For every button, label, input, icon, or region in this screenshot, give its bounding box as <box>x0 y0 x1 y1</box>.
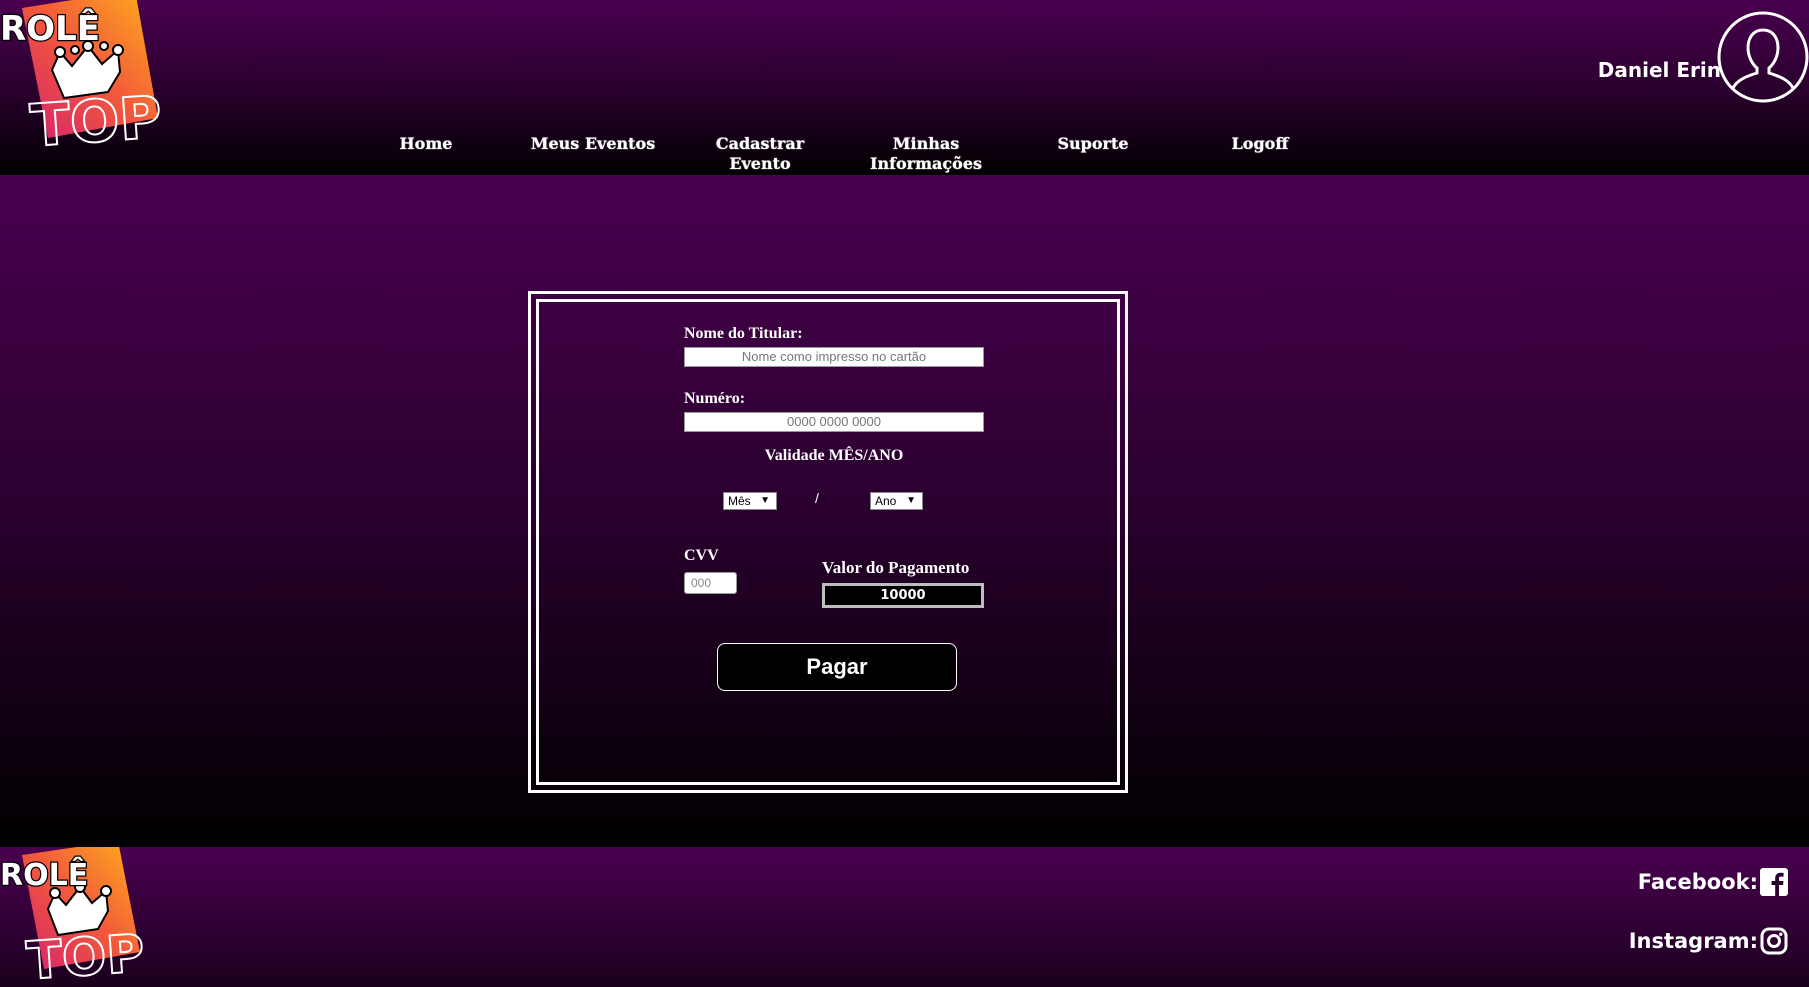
footer-logo-bottom-text: TOP <box>25 924 147 987</box>
crown-logo-icon: ROLÊ TOP <box>0 847 147 987</box>
year-select[interactable]: Ano ▼ <box>870 492 923 510</box>
chevron-down-icon: ▼ <box>760 495 770 506</box>
main-content: Nome do Titular: Nome como impresso no c… <box>0 175 1809 847</box>
payment-card: Nome do Titular: Nome como impresso no c… <box>528 291 1128 793</box>
payment-card-inner: Nome do Titular: Nome como impresso no c… <box>536 299 1120 785</box>
year-select-value: Ano <box>875 494 897 508</box>
nav-logoff[interactable]: Logoff <box>1185 134 1335 154</box>
footer-logo[interactable]: ROLÊ TOP <box>0 847 185 987</box>
facebook-label: Facebook: <box>1637 870 1758 894</box>
nav-cadastrar-evento[interactable]: Cadastrar Evento <box>685 134 835 174</box>
card-number-input[interactable]: 0000 0000 0000 <box>684 412 984 432</box>
nav-suporte[interactable]: Suporte <box>1018 134 1168 154</box>
number-label: Numéro: <box>684 390 746 407</box>
instagram-link[interactable]: Instagram: <box>1629 926 1788 956</box>
site-header: ROLÊ TOP Daniel Erin Home Meus Eventos C… <box>0 0 1809 175</box>
pay-button[interactable]: Pagar <box>717 643 957 691</box>
footer-logo-top-text: ROLÊ <box>0 857 88 893</box>
logo-top-text: ROLÊ <box>0 8 100 49</box>
site-footer: ROLÊ TOP Facebook: Instagram: <box>0 847 1809 987</box>
nav-home[interactable]: Home <box>351 134 501 154</box>
cvv-input[interactable]: 000 <box>684 572 737 594</box>
nav-meus-eventos[interactable]: Meus Eventos <box>518 134 668 154</box>
facebook-link[interactable]: Facebook: <box>1638 867 1788 897</box>
month-select-value: Mês <box>728 494 751 508</box>
holder-name-input[interactable]: Nome como impresso no cartão <box>684 347 984 367</box>
facebook-icon <box>1760 868 1788 896</box>
amount-value: 10000 <box>822 583 984 608</box>
nav-minhas-informacoes[interactable]: Minhas Informações <box>851 134 1001 174</box>
user-name: Daniel Erin <box>1597 58 1721 82</box>
month-select[interactable]: Mês ▼ <box>723 492 777 510</box>
user-avatar-icon[interactable] <box>1717 10 1809 105</box>
amount-label: Valor do Pagamento <box>822 558 970 577</box>
cvv-label: CVV <box>684 547 719 564</box>
holder-label: Nome do Titular: <box>684 325 803 342</box>
instagram-icon <box>1760 927 1788 955</box>
main-nav: Home Meus Eventos Cadastrar Evento Minha… <box>0 134 1809 179</box>
instagram-label: Instagram: <box>1628 929 1758 953</box>
chevron-down-icon: ▼ <box>906 495 916 506</box>
validity-label: Validade MÊS/ANO <box>764 447 904 464</box>
date-separator: / <box>815 490 819 506</box>
